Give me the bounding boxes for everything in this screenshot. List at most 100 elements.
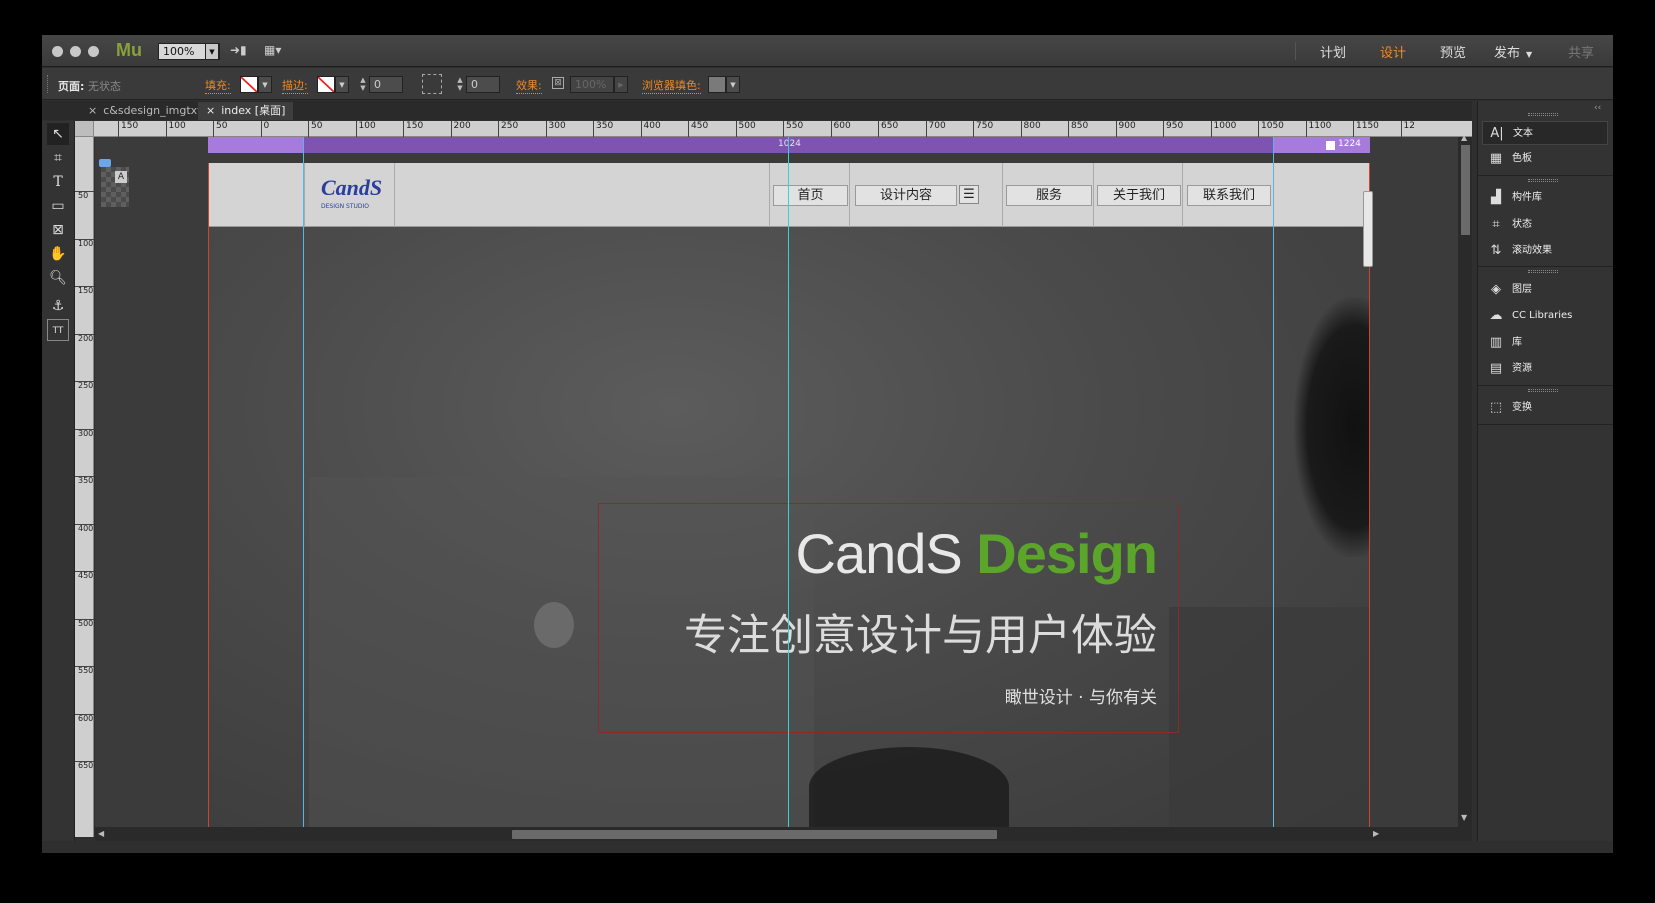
ruler-origin[interactable] — [75, 121, 94, 137]
scroll-right-icon[interactable]: ▶ — [1373, 829, 1379, 838]
crop-tool-icon[interactable]: ⌗ — [47, 147, 69, 169]
horizontal-scrollbar[interactable]: ◀ ▶ — [95, 827, 1472, 841]
warning-icon[interactable]: A — [115, 171, 127, 183]
chevron-down-icon: ▼ — [1526, 50, 1533, 59]
stroke-dropdown-icon[interactable]: ▼ — [335, 76, 349, 93]
effects-label[interactable]: 效果: — [516, 77, 542, 94]
nav-contact[interactable]: 联系我们 — [1187, 185, 1271, 206]
close-window-button[interactable] — [52, 46, 63, 57]
panel-grip[interactable] — [1528, 270, 1558, 273]
layers-icon: ◈ — [1491, 282, 1501, 297]
fill-dropdown-icon[interactable]: ▼ — [258, 76, 272, 93]
browser-fill-swatch[interactable] — [708, 76, 726, 93]
panel-cc-libraries[interactable]: ☁ CC Libraries — [1482, 304, 1608, 328]
control-bar-grip[interactable] — [47, 75, 49, 93]
vertical-scrollbar[interactable]: ▲ ▼ — [1458, 133, 1472, 827]
scroll-down-icon[interactable]: ▼ — [1461, 813, 1467, 822]
close-icon[interactable]: × — [88, 104, 97, 117]
nav-design-content[interactable]: 设计内容 — [855, 185, 957, 206]
zoom-tool-icon[interactable]: 🔍︎ — [47, 267, 69, 289]
center-guide[interactable] — [788, 137, 789, 827]
hand-tool-icon[interactable]: ✋ — [47, 243, 69, 265]
ruler-tick-label: 700 — [925, 121, 946, 137]
ruler-tick-label: 500 — [75, 618, 94, 628]
mode-design[interactable]: 设计 — [1380, 42, 1406, 61]
panel-library[interactable]: ▥ 库 — [1482, 331, 1608, 355]
collapse-panels-icon[interactable]: ‹‹ — [1594, 103, 1601, 113]
hero-subtitle[interactable]: 专注创意设计与用户体验 — [684, 601, 1157, 663]
ruler-tick-label: 1050 — [1258, 121, 1284, 137]
effects-icon[interactable]: ⊠ — [552, 77, 564, 89]
page-marker-icon[interactable] — [99, 159, 111, 167]
panel-widgets[interactable]: ▟ 构件库 — [1482, 186, 1608, 210]
image-frame-tool-icon[interactable]: ⊠ — [47, 219, 69, 241]
site-header[interactable]: CandS DESIGN STUDIO 首页 设计内容 ☰ 服务 关于我们 联系… — [209, 163, 1369, 227]
minimize-window-button[interactable] — [70, 46, 81, 57]
panel-assets[interactable]: ▤ 资源 — [1482, 357, 1608, 381]
panel-transform[interactable]: ⬚ 变换 — [1482, 396, 1608, 420]
zoom-dropdown-icon[interactable]: ▼ — [205, 43, 219, 60]
stroke-swatch[interactable] — [317, 76, 335, 93]
horizontal-scroll-thumb[interactable] — [512, 830, 997, 839]
rectangle-tool-icon[interactable]: ▭ — [47, 195, 69, 217]
ruler-tick-label: 50 — [308, 121, 322, 137]
panel-grip[interactable] — [1528, 113, 1558, 116]
ruler-tick-label: 50 — [213, 121, 227, 137]
text-frame-tool-icon[interactable]: TT — [47, 319, 69, 341]
panel-scroll-effects[interactable]: ⇅ 滚动效果 — [1482, 239, 1608, 263]
divider — [1478, 266, 1613, 267]
tab-index[interactable]: × index [桌面] — [198, 102, 294, 120]
scroll-effects-icon: ⇅ — [1490, 243, 1502, 258]
panel-grip[interactable] — [1528, 179, 1558, 182]
menu-icon[interactable]: ☰ — [959, 185, 979, 204]
divider — [1478, 424, 1613, 425]
scroll-left-icon[interactable]: ◀ — [98, 829, 104, 838]
stroke-width-input[interactable]: 0 — [369, 76, 403, 93]
panel-swatches[interactable]: ▦ 色板 — [1482, 147, 1608, 171]
ruler-tick-label: 100 — [355, 121, 376, 137]
nav-home[interactable]: 首页 — [773, 185, 848, 206]
fill-label[interactable]: 填充: — [205, 77, 231, 94]
browser-fill-dropdown-icon[interactable]: ▼ — [726, 76, 740, 93]
zoom-window-button[interactable] — [88, 46, 99, 57]
breakpoint-bar[interactable]: 1024 1224 — [208, 137, 1370, 153]
breakpoint-marker-icon[interactable] — [1326, 141, 1335, 150]
tab-imgtxt[interactable]: × c&sdesign_imgtxt — [80, 102, 209, 120]
ruler-tick-label: 250 — [498, 121, 518, 137]
logo-frame[interactable]: CandS DESIGN STUDIO — [304, 163, 395, 227]
panel-layers[interactable]: ◈ 图层 — [1482, 278, 1608, 302]
fill-swatch[interactable] — [240, 76, 258, 93]
stroke-stepper-icon[interactable]: ▲ ▼ — [357, 76, 369, 93]
page-navigate-icon[interactable]: ➜▮ — [230, 43, 250, 59]
panel-grip[interactable] — [1528, 389, 1558, 392]
column-guide[interactable] — [303, 137, 304, 827]
page-artboard[interactable]: CandS DESIGN STUDIO 首页 设计内容 ☰ 服务 关于我们 联系… — [208, 163, 1370, 827]
anchor-tool-icon[interactable]: ⚓︎ — [47, 295, 69, 317]
panel-states[interactable]: ⌗ 状态 — [1482, 213, 1608, 237]
close-icon[interactable]: × — [206, 104, 215, 117]
design-canvas[interactable]: 1024 1224 A CandS DESIGN STUDIO 首页 设计内容 … — [95, 137, 1472, 827]
scroll-up-icon[interactable]: ▲ — [1461, 133, 1467, 142]
opacity-input[interactable]: 100% — [570, 76, 614, 93]
page-resize-handle[interactable] — [1363, 191, 1373, 267]
nav-services[interactable]: 服务 — [1006, 185, 1092, 206]
vertical-scroll-thumb[interactable] — [1461, 145, 1470, 235]
panel-text[interactable]: A| 文本 — [1482, 121, 1608, 145]
ruler-tick-label: 1100 — [1305, 121, 1331, 137]
mode-publish[interactable]: 发布 ▼ — [1494, 42, 1532, 61]
corner-stepper-icon[interactable]: ▲ ▼ — [454, 76, 466, 93]
hero-tagline[interactable]: 瞰世设计 · 与你有关 — [1005, 683, 1157, 708]
text-tool-icon[interactable]: T — [47, 171, 69, 193]
mode-preview[interactable]: 预览 — [1440, 42, 1466, 61]
mode-share[interactable]: 共享 — [1568, 42, 1594, 61]
column-guide[interactable] — [1273, 137, 1274, 827]
stroke-label[interactable]: 描边: — [282, 77, 308, 94]
mode-plan[interactable]: 计划 — [1320, 42, 1346, 61]
browser-fill-label[interactable]: 浏览器填色: — [642, 77, 701, 94]
hero-title[interactable]: CandS Design — [796, 521, 1158, 586]
selection-tool-icon[interactable]: ↖ — [47, 123, 69, 145]
nav-about[interactable]: 关于我们 — [1097, 185, 1181, 206]
opacity-arrow-icon[interactable]: ▶ — [614, 76, 628, 93]
view-mode-icon[interactable]: ▦▾ — [264, 43, 292, 59]
corner-radius-input[interactable]: 0 — [466, 76, 500, 93]
